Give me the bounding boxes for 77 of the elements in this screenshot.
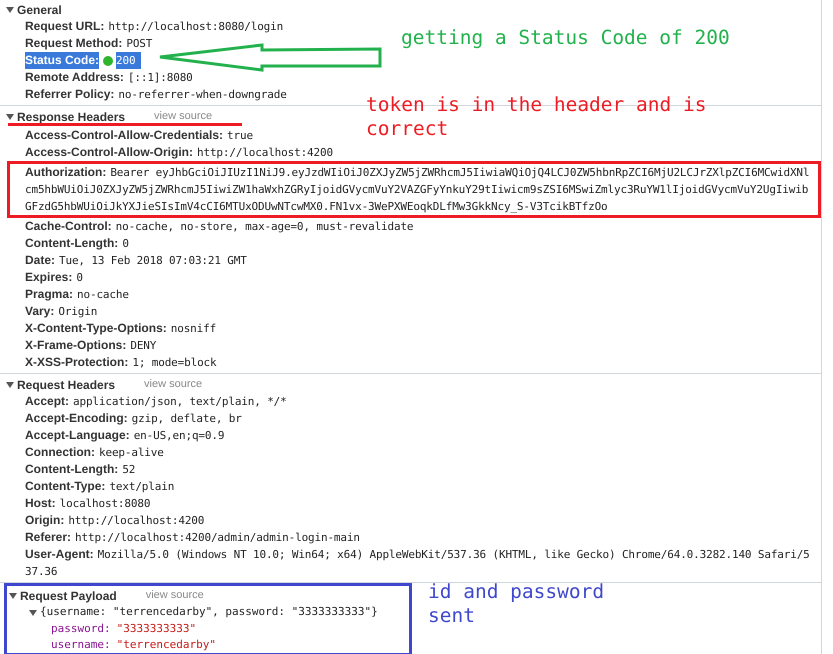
header-name: Connection: — [25, 444, 95, 461]
header-value: nosniff — [170, 321, 216, 337]
header-value: localhost:8080 — [60, 496, 150, 512]
header-value: http://localhost:4200 — [197, 145, 333, 161]
section-header[interactable]: Response Headers — [17, 108, 126, 126]
header-name: X-Frame-Options: — [25, 337, 126, 354]
expanded-triangle-icon[interactable] — [6, 112, 14, 120]
payload-summary: {username: "terrencedarby", password: "3333333333"} — [40, 604, 378, 620]
section-header[interactable]: Request Headers — [17, 376, 116, 394]
expanded-triangle-icon[interactable] — [29, 608, 37, 616]
header-value: Bearer eyJhbGciOiJIUzI1NiJ9.eyJzdWIiOiJ0ZXJyZW5jZWRhcmJ5IiwiaWQiOjQ4LCJ0ZW5hbnRpZCI6MjU2LCJrZXlpZCI6MCwidXNl — [110, 165, 810, 181]
header-name: Cache-Control: — [25, 218, 112, 235]
view-source-link[interactable]: view source — [144, 376, 202, 393]
header-value: application/json, text/plain, */* — [73, 394, 287, 410]
header-value: no-referrer-when-downgrade — [118, 87, 287, 103]
annotation-note: token is in the header and is correct — [366, 93, 708, 141]
header-value: Mozilla/5.0 (Windows NT 10.0; Win64; x64) AppleWebKit/537.36 (KHTML, like Gecko) Chrome/64.0.3282.140 Safari/5 — [98, 547, 810, 563]
header-name: Status Code: — [25, 52, 100, 69]
header-name: Access-Control-Allow-Credentials: — [25, 127, 224, 144]
expanded-triangle-icon[interactable] — [6, 380, 14, 388]
header-value: 0 — [122, 236, 129, 252]
view-source-link[interactable]: view source — [154, 108, 212, 125]
header-name: Vary: — [25, 303, 54, 320]
expanded-triangle-icon[interactable] — [6, 6, 14, 14]
header-name: Accept-Language: — [25, 427, 130, 444]
header-value: 52 — [122, 462, 136, 478]
header-value: Origin — [58, 304, 98, 320]
header-value: POST — [126, 36, 152, 52]
header-value: cm5hbWUiOiJ0ZXJyZW5jZWRhcmJ5IiwiZW1haWxhZGRyIjoidGVycmVuY2VAZGFyYnkuY29tIiwicm9sZSI6MSwiZmlyc3RuYW1lIjoidGVycmVuY2UgIiwib — [25, 182, 808, 198]
section-header[interactable]: Request Payload — [20, 586, 117, 604]
section-header[interactable]: General — [17, 0, 62, 18]
header-value: GFzdG5hbWUiOiJkYXJieSIsImV4cCI6MTUxODUwNTcwMX0.FN1vx-3WePXWEoqkDLfMw3GkkNcy_S-V3TcikBTfzOo — [25, 199, 608, 215]
header-value: no-cache, no-store, max-age=0, must-revalidate — [116, 219, 414, 235]
header-value: 200 — [116, 52, 142, 69]
header-value: http://localhost:4200/admin/admin-login-main — [75, 530, 360, 546]
header-name: Date: — [25, 252, 56, 269]
header-name: Referer: — [25, 529, 72, 546]
header-name: Accept-Encoding: — [25, 410, 128, 427]
header-name: Content-Length: — [25, 461, 118, 478]
header-name: Origin: — [25, 512, 64, 529]
header-name: X-XSS-Protection: — [25, 354, 128, 371]
annotation-note: id and password sent — [428, 580, 606, 628]
property-key: username: — [51, 636, 111, 654]
header-value: true — [227, 128, 253, 144]
header-value: no-cache — [77, 287, 129, 303]
header-name: Host: — [25, 495, 56, 512]
header-value: keep-alive — [99, 445, 164, 461]
header-value: gzip, deflate, br — [132, 411, 242, 427]
header-name: Expires: — [25, 269, 72, 286]
header-name: Remote Address: — [25, 69, 124, 86]
expanded-triangle-icon[interactable] — [9, 592, 17, 600]
property-value: "3333333333" — [116, 620, 196, 637]
header-name: Accept: — [25, 393, 70, 410]
header-name: Access-Control-Allow-Origin: — [25, 144, 194, 161]
view-source-link[interactable]: view source — [146, 587, 204, 604]
header-name: Request Method: — [25, 35, 122, 52]
header-value: http://localhost:8080/login — [108, 19, 284, 35]
header-name: X-Content-Type-Options: — [25, 320, 167, 337]
header-value: 0 — [76, 270, 83, 286]
header-name: Authorization: — [25, 164, 106, 181]
header-value: en-US,en;q=0.9 — [134, 428, 224, 444]
header-name: Content-Type: — [25, 478, 106, 495]
header-value: 37.36 — [25, 564, 58, 580]
header-name: Content-Length: — [25, 235, 118, 252]
annotation-note: getting a Status Code of 200 — [401, 26, 731, 50]
header-value: text/plain — [109, 479, 174, 495]
property-key: password: — [51, 620, 111, 638]
header-name: User-Agent: — [25, 546, 94, 563]
header-name: Pragma: — [25, 286, 74, 303]
property-value: "terrencedarby" — [116, 636, 216, 653]
header-value: http://localhost:4200 — [68, 513, 204, 529]
header-value: [::1]:8080 — [128, 70, 193, 86]
header-value: 1; mode=block — [132, 355, 216, 371]
header-name: Referrer Policy: — [25, 86, 114, 103]
header-value: DENY — [130, 338, 156, 354]
header-name: Request URL: — [25, 18, 104, 35]
header-value: Tue, 13 Feb 2018 07:03:21 GMT — [59, 253, 247, 269]
